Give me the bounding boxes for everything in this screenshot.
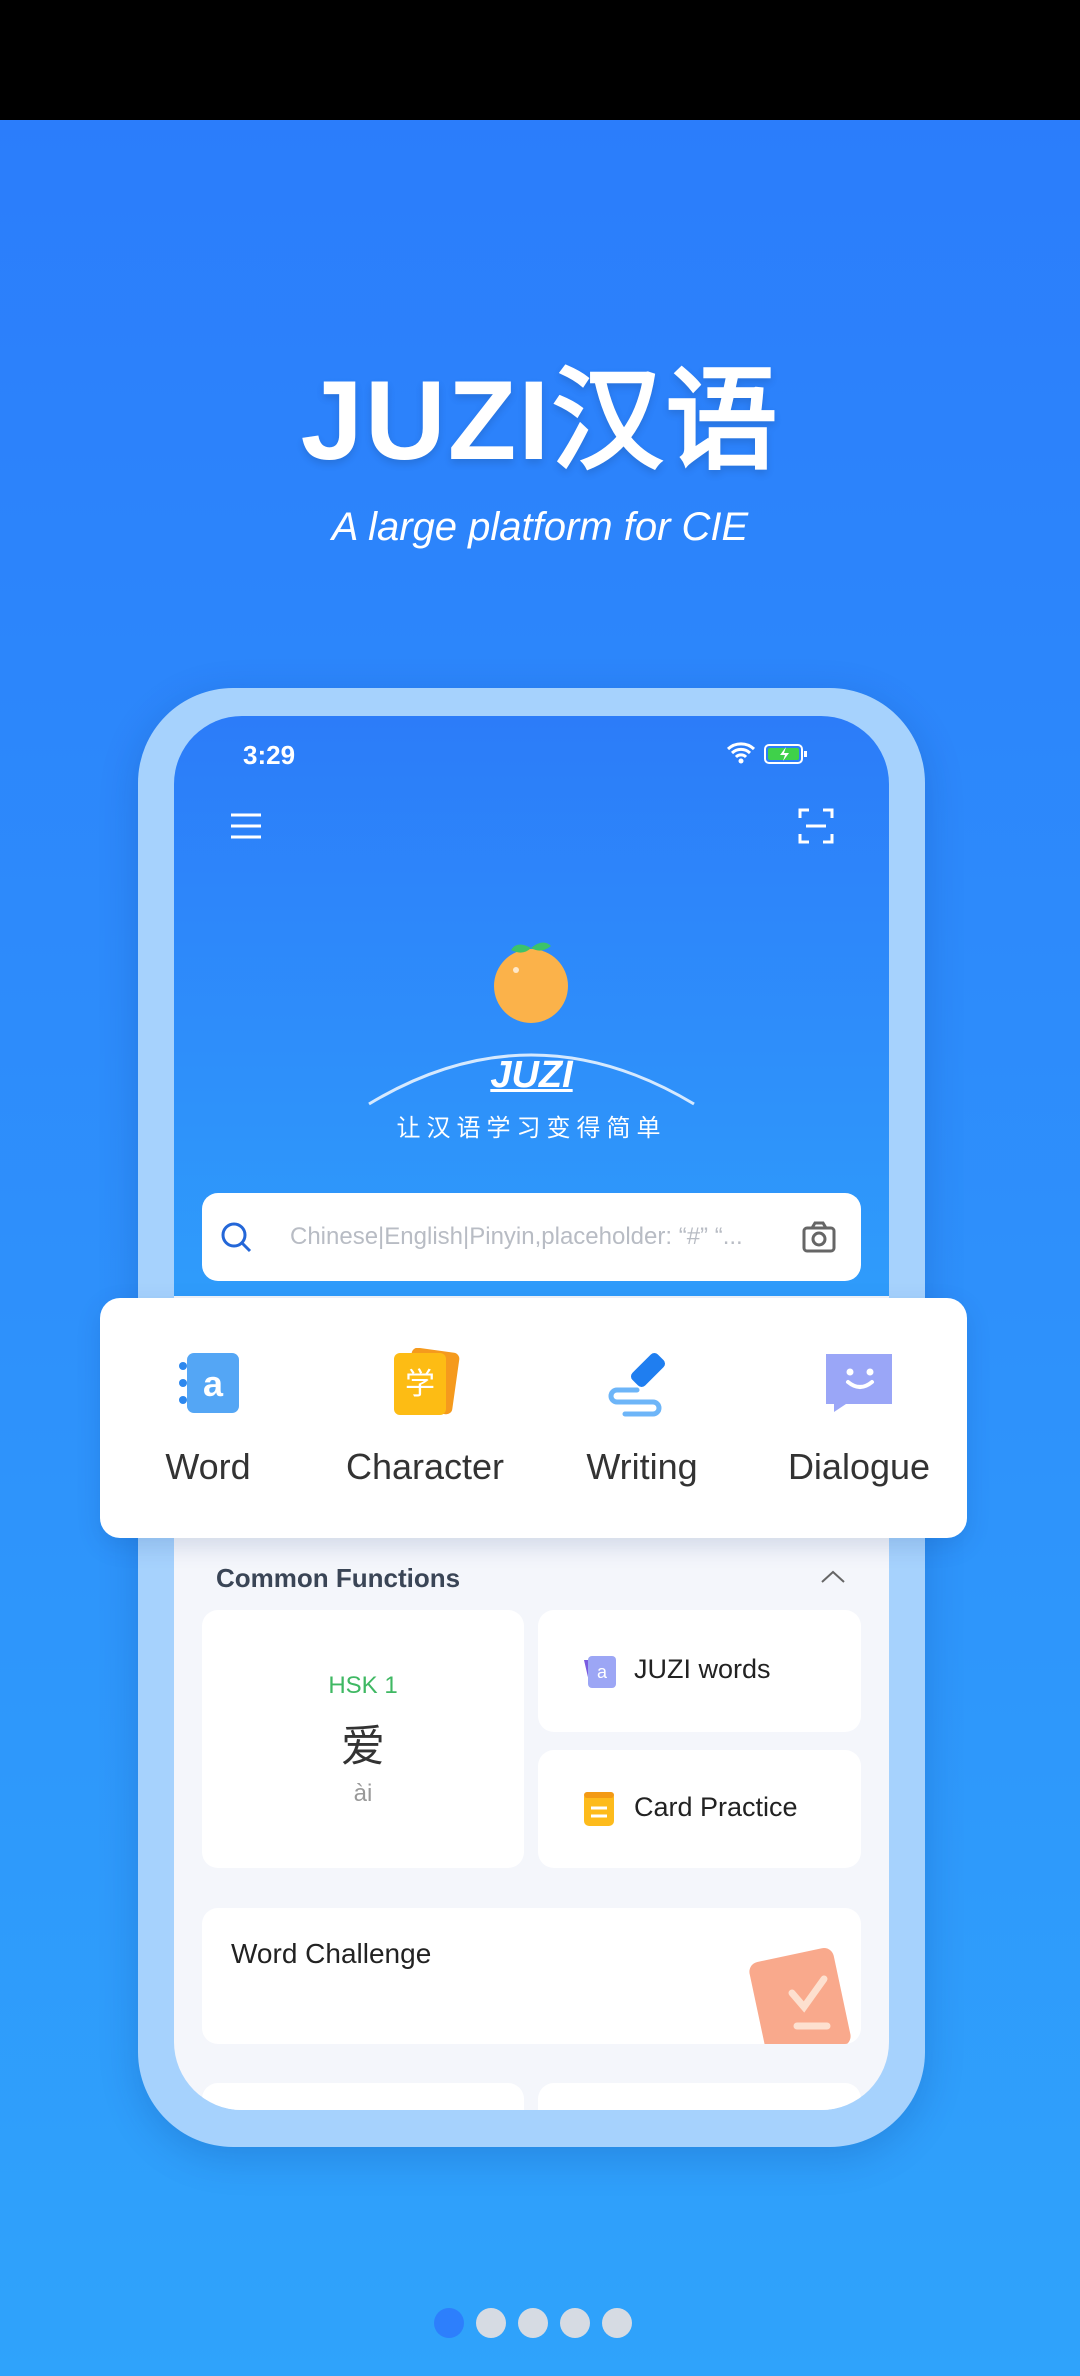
card-practice-icon bbox=[582, 1790, 616, 1833]
svg-text:a: a bbox=[203, 1363, 224, 1404]
page-dot[interactable] bbox=[518, 2308, 548, 2338]
word-challenge-card[interactable]: Word Challenge bbox=[202, 1908, 861, 2044]
common-functions-title: Common Functions bbox=[216, 1563, 461, 1593]
juzi-words-button[interactable]: a JUZI words bbox=[538, 1610, 861, 1732]
function-card-partial[interactable] bbox=[202, 2083, 524, 2110]
word-book-icon: a bbox=[173, 1348, 243, 1418]
juzi-words-icon: a bbox=[582, 1654, 618, 1695]
feature-card: a Word 学 Character Writing Dialogue bbox=[100, 1298, 967, 1538]
logo-text: JUZI bbox=[490, 1054, 573, 1096]
hsk-pinyin: ài bbox=[353, 1780, 373, 1807]
feature-dialogue[interactable]: Dialogue bbox=[751, 1298, 967, 1538]
page-dot[interactable] bbox=[434, 2308, 464, 2338]
battery-icon bbox=[764, 744, 808, 769]
system-top-bar bbox=[0, 0, 1080, 120]
feature-label: Word bbox=[165, 1446, 251, 1487]
feature-character[interactable]: 学 Character bbox=[317, 1298, 533, 1538]
character-cards-icon: 学 bbox=[390, 1347, 460, 1418]
status-time: 3:29 bbox=[243, 740, 296, 770]
card-practice-button[interactable]: Card Practice bbox=[538, 1750, 861, 1868]
wifi-icon bbox=[726, 741, 756, 770]
search-bar[interactable]: Chinese|English|Pinyin,placeholder: “#” … bbox=[202, 1193, 861, 1281]
page-dot[interactable] bbox=[602, 2308, 632, 2338]
search-input[interactable]: Chinese|English|Pinyin,placeholder: “#” … bbox=[290, 1223, 743, 1251]
chat-smile-icon bbox=[824, 1348, 894, 1418]
hsk-character: 爱 bbox=[341, 1721, 385, 1772]
feature-label: Dialogue bbox=[787, 1446, 931, 1487]
page-dot[interactable] bbox=[560, 2308, 590, 2338]
search-icon bbox=[220, 1221, 254, 1260]
feature-writing[interactable]: Writing bbox=[534, 1298, 750, 1538]
juzi-words-label: JUZI words bbox=[634, 1654, 771, 1684]
hsk-word-card[interactable]: HSK 1 爱 ài bbox=[202, 1610, 524, 1868]
svg-text:a: a bbox=[597, 1662, 608, 1682]
card-practice-label: Card Practice bbox=[634, 1792, 798, 1822]
menu-icon[interactable] bbox=[229, 811, 263, 846]
camera-icon[interactable] bbox=[802, 1221, 836, 1258]
collapse-chevron-icon[interactable] bbox=[819, 1568, 847, 1591]
feature-word[interactable]: a Word bbox=[100, 1298, 316, 1538]
scan-icon[interactable] bbox=[798, 808, 834, 849]
svg-text:学: 学 bbox=[405, 1368, 435, 1401]
banner-title: JUZI汉语 bbox=[300, 358, 780, 483]
banner-subtitle: A large platform for CIE bbox=[331, 505, 749, 549]
word-challenge-label: Word Challenge bbox=[231, 1938, 432, 1969]
orange-logo-icon bbox=[486, 934, 576, 1029]
page-dot[interactable] bbox=[476, 2308, 506, 2338]
feature-label: Character bbox=[345, 1446, 505, 1487]
hsk-level: HSK 1 bbox=[328, 1672, 398, 1699]
pen-writing-icon bbox=[607, 1348, 677, 1418]
checklist-book-icon bbox=[747, 1948, 857, 2044]
function-card-partial[interactable] bbox=[538, 2083, 861, 2110]
tagline: 让汉语学习变得简单 bbox=[396, 1115, 667, 1142]
feature-label: Writing bbox=[586, 1446, 698, 1487]
